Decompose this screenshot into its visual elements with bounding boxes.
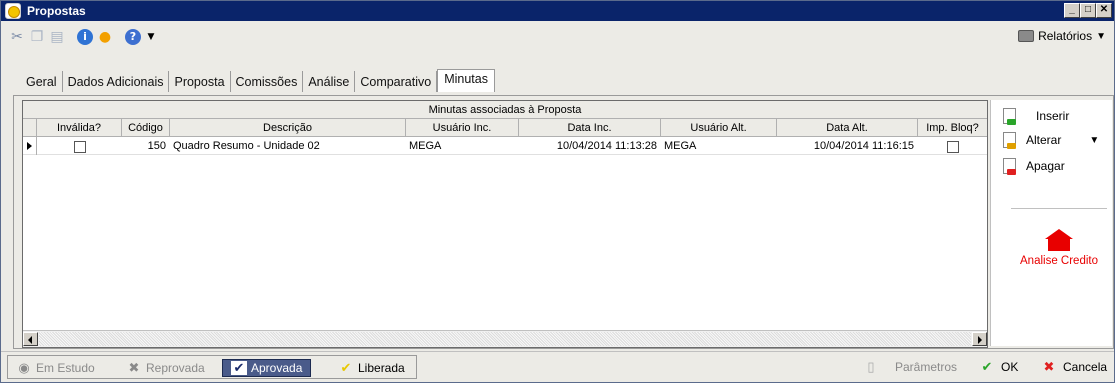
header-indicator — [23, 119, 37, 137]
propostas-window: Propostas _ □ ✕ ✂ ❐ ▤ i ● ? ▼ Relatórios… — [0, 0, 1115, 383]
copy-icon[interactable]: ❐ — [29, 29, 45, 45]
tab-minutas[interactable]: Minutas — [437, 69, 495, 92]
codigo-cell: 150 — [147, 140, 166, 152]
x-icon: ✖ — [128, 360, 140, 375]
check-icon: ✔ — [340, 360, 352, 375]
insert-label: Inserir — [1036, 109, 1070, 123]
window-controls: _ □ ✕ — [1064, 3, 1112, 18]
tab-comissoes[interactable]: Comissões — [231, 71, 304, 92]
insert-doc-icon — [1003, 108, 1016, 125]
aprovada-button[interactable]: ✔ Aprovada — [222, 359, 312, 377]
data-alt-cell: 10/04/2014 11:16:15 — [813, 140, 914, 152]
column-header-data-alt[interactable]: Data Alt. — [777, 119, 918, 137]
descricao-cell: Quadro Resumo - Unidade 02 — [173, 140, 320, 152]
liberada-button[interactable]: ✔ Liberada — [338, 359, 405, 377]
usuario-inc-cell: MEGA — [409, 140, 442, 152]
info-icon[interactable]: i — [77, 29, 93, 45]
alter-label: Alterar — [1026, 133, 1062, 147]
analise-credito-button[interactable]: Analise Credito — [1011, 208, 1107, 280]
cancela-button[interactable]: ✖ Cancela — [1041, 359, 1108, 375]
tab-dados-adicionais[interactable]: Dados Adicionais — [63, 71, 170, 92]
em-estudo-label: Em Estudo — [36, 361, 95, 375]
window-title: Propostas — [27, 4, 86, 18]
house-icon — [1045, 229, 1073, 251]
check-icon: ✔ — [981, 359, 993, 374]
printer-icon — [1018, 30, 1035, 42]
title-bar: Propostas _ □ ✕ — [1, 1, 1114, 21]
imp-bloq-checkbox-cell — [918, 137, 987, 155]
delete-label: Apagar — [1026, 159, 1065, 173]
data-inc-cell: 10/04/2014 11:13:28 — [556, 140, 657, 152]
invalida-checkbox-cell — [37, 137, 122, 155]
check-icon: ✔ — [231, 361, 247, 375]
close-button[interactable]: ✕ — [1096, 3, 1112, 18]
maximize-button[interactable]: □ — [1080, 3, 1096, 18]
ok-label: OK — [1001, 360, 1019, 374]
edit-doc-icon — [1003, 132, 1016, 149]
column-header-data-inc[interactable]: Data Inc. — [519, 119, 661, 137]
minimize-button[interactable]: _ — [1064, 3, 1080, 18]
paste-icon[interactable]: ▤ — [49, 29, 65, 45]
imp-bloq-checkbox[interactable] — [946, 141, 959, 154]
help-icon[interactable]: ? — [125, 29, 141, 45]
scroll-left-icon[interactable] — [23, 332, 38, 346]
column-header-descricao[interactable]: Descrição — [170, 119, 406, 137]
tab-proposta[interactable]: Proposta — [169, 71, 231, 92]
delete-button[interactable]: Apagar — [1003, 158, 1065, 175]
column-header-usuario-alt[interactable]: Usuário Alt. — [661, 119, 777, 137]
grid-header: Inválida? Código Descrição Usuário Inc. … — [23, 119, 987, 137]
liberada-label: Liberada — [358, 361, 405, 375]
reports-menu[interactable]: Relatórios ▼ — [1018, 29, 1106, 43]
insert-button[interactable]: Inserir — [1003, 108, 1070, 125]
usuario-alt-cell: MEGA — [664, 140, 697, 152]
x-icon: ✖ — [1043, 359, 1055, 374]
horizontal-scrollbar[interactable] — [23, 330, 987, 347]
parametros-button[interactable]: ▯ Parâmetros — [863, 359, 958, 375]
document-icon: ▯ — [867, 359, 875, 374]
row-indicator-icon — [23, 137, 37, 155]
parametros-label: Parâmetros — [895, 360, 958, 374]
column-header-imp-bloq[interactable]: Imp. Bloq? — [918, 119, 987, 137]
chevron-down-icon[interactable]: ▼ — [1089, 135, 1099, 146]
column-header-invalida[interactable]: Inválida? — [37, 119, 122, 137]
analise-credito-label: Analise Credito — [1020, 255, 1098, 267]
alter-button[interactable]: Alterar ▼ — [1003, 132, 1099, 149]
ok-button[interactable]: ✔ OK — [979, 359, 1019, 375]
chevron-down-icon: ▼ — [1096, 30, 1106, 42]
em-estudo-button[interactable]: ◉ Em Estudo — [16, 359, 95, 377]
cut-icon[interactable]: ✂ — [9, 29, 25, 45]
glasses-icon: ◉ — [18, 360, 30, 375]
invalida-checkbox[interactable] — [73, 141, 86, 154]
cancela-label: Cancela — [1063, 360, 1108, 374]
tab-analise[interactable]: Análise — [303, 71, 356, 92]
reports-label: Relatórios — [1038, 29, 1093, 43]
column-header-codigo[interactable]: Código — [122, 119, 170, 137]
delete-doc-icon — [1003, 158, 1016, 175]
app-icon — [5, 3, 21, 19]
reprovada-button[interactable]: ✖ Reprovada — [126, 359, 205, 377]
tab-geral[interactable]: Geral — [21, 71, 63, 92]
minutas-grid[interactable]: Minutas associadas à Proposta Inválida? … — [22, 100, 988, 348]
grid-caption: Minutas associadas à Proposta — [23, 101, 987, 119]
side-panel: Inserir Alterar ▼ Apagar Analise Credito — [990, 100, 1112, 346]
table-row[interactable]: 150 Quadro Resumo - Unidade 02 MEGA 10/0… — [23, 137, 987, 155]
tab-strip: Geral Dados Adicionais Proposta Comissõe… — [21, 69, 495, 92]
column-header-usuario-inc[interactable]: Usuário Inc. — [406, 119, 519, 137]
toolbar: ✂ ❐ ▤ i ● ? ▼ Relatórios ▼ — [1, 21, 1114, 65]
status-bar: ◉ Em Estudo ✖ Reprovada ✔ Aprovada ✔ Lib… — [1, 351, 1114, 382]
scroll-track[interactable] — [39, 332, 971, 346]
status-button-group: ◉ Em Estudo ✖ Reprovada ✔ Aprovada ✔ Lib… — [7, 355, 417, 379]
user-icon[interactable]: ● — [97, 29, 113, 45]
reprovada-label: Reprovada — [146, 361, 205, 375]
tab-comparativo[interactable]: Comparativo — [355, 71, 438, 92]
aprovada-label: Aprovada — [251, 361, 303, 375]
help-dropdown-icon[interactable]: ▼ — [143, 29, 159, 45]
scroll-right-icon[interactable] — [972, 332, 987, 346]
tab-content: Minutas associadas à Proposta Inválida? … — [13, 95, 1114, 349]
